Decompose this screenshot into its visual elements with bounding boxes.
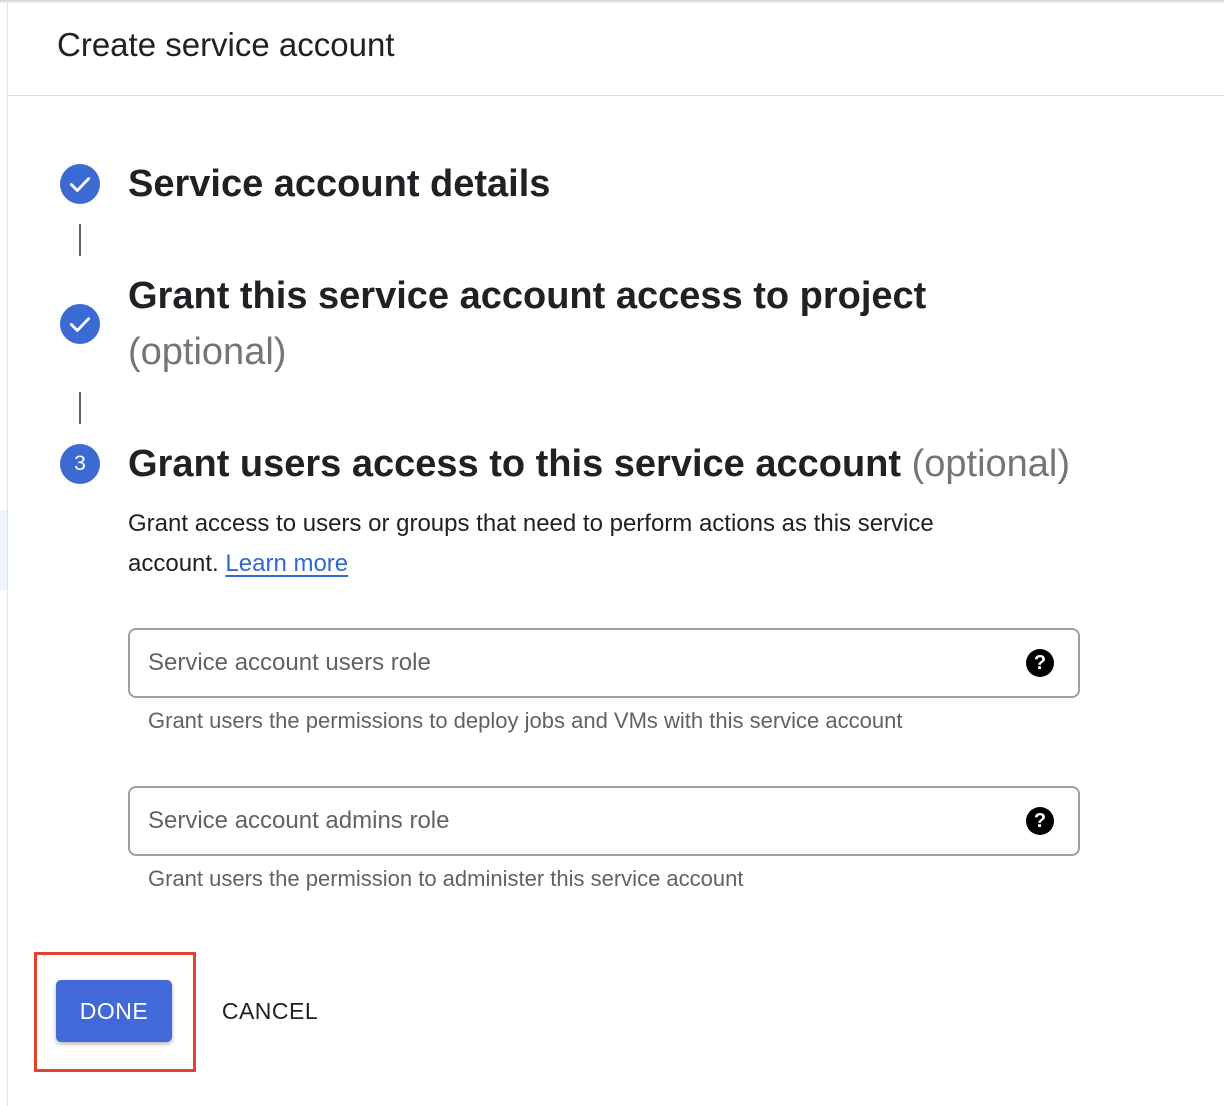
service-account-admins-role-field[interactable]: ? <box>128 786 1080 856</box>
step-1-title[interactable]: Service account details <box>128 156 550 212</box>
check-icon <box>69 177 91 192</box>
help-icon[interactable]: ? <box>1026 807 1054 835</box>
step-3-number-badge: 3 <box>60 444 100 484</box>
done-button[interactable]: DONE <box>56 980 172 1042</box>
step-2-title-text: Grant this service account access to pro… <box>128 275 927 317</box>
step-2-optional-label: (optional) <box>128 331 287 373</box>
step-2-title[interactable]: Grant this service account access to pro… <box>128 268 1028 380</box>
page-title: Create service account <box>57 26 395 63</box>
step-3-description: Grant access to users or groups that nee… <box>128 504 1028 584</box>
admins-role-hint: Grant users the permission to administer… <box>148 866 744 891</box>
step-connector <box>79 392 81 424</box>
left-rail-highlight <box>0 510 7 590</box>
create-service-account-page: Create service account Service account d… <box>0 0 1224 1106</box>
cancel-button[interactable]: CANCEL <box>208 980 332 1042</box>
step-1-check-icon <box>60 164 100 204</box>
left-rail <box>0 0 8 1106</box>
service-account-admins-role-input[interactable] <box>148 788 1008 854</box>
step-3-title-text: Grant users access to this service accou… <box>128 443 902 485</box>
learn-more-link[interactable]: Learn more <box>225 550 348 577</box>
help-icon[interactable]: ? <box>1026 649 1054 677</box>
step-3-title: Grant users access to this service accou… <box>128 436 1070 492</box>
step-1-title-text: Service account details <box>128 163 551 205</box>
service-account-users-role-field[interactable]: ? <box>128 628 1080 698</box>
service-account-users-role-input[interactable] <box>148 630 1008 696</box>
step-connector <box>79 224 81 256</box>
step-3-number: 3 <box>74 452 86 475</box>
check-icon <box>69 317 91 332</box>
step-2-check-icon <box>60 304 100 344</box>
step-3-optional-label: (optional) <box>911 443 1071 485</box>
page-header: Create service account <box>8 0 1224 96</box>
users-role-hint: Grant users the permissions to deploy jo… <box>148 708 903 733</box>
